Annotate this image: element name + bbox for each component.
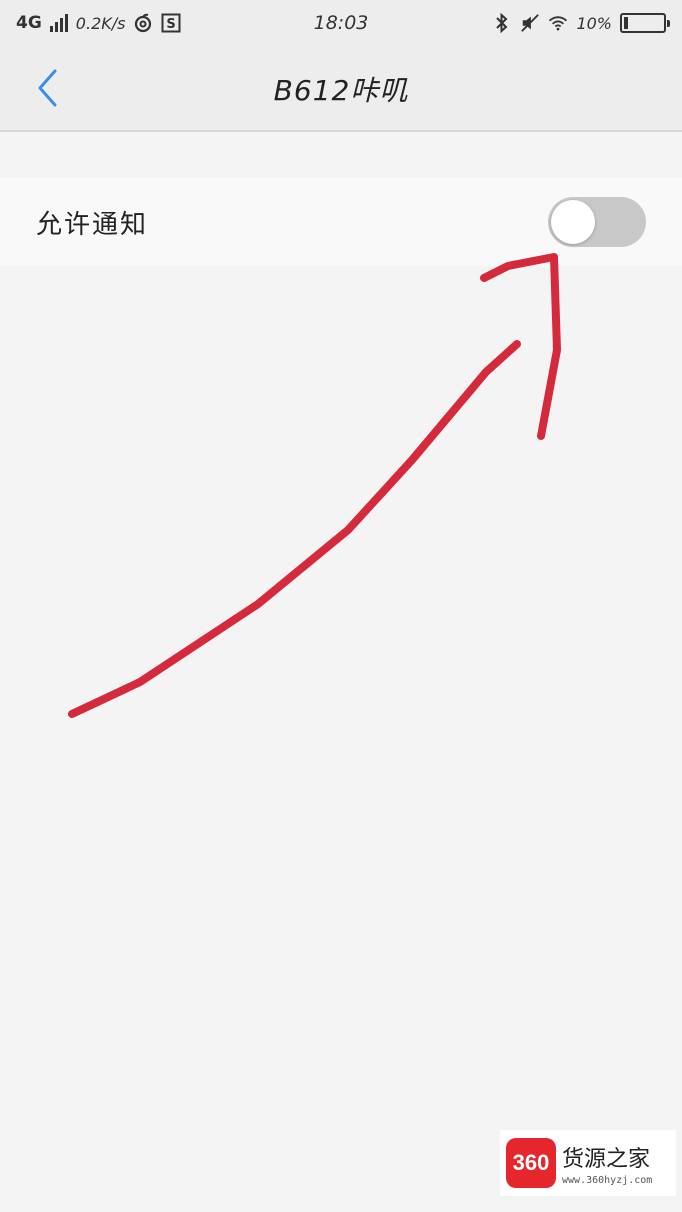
status-left: 4G 0.2K/s S — [16, 13, 181, 33]
page-title: B612咔叽 — [273, 74, 409, 107]
allow-notifications-label: 允许通知 — [36, 209, 149, 240]
network-speed: 0.2K/s — [75, 13, 126, 33]
watermark: 360 货源之家 www.360hyzj.com — [500, 1130, 676, 1196]
app-header: B612咔叽 — [0, 46, 682, 132]
screen: 4G 0.2K/s S 18:03 10% B612咔叽 允许通知 360 货源… — [0, 0, 682, 1212]
status-right: 10% — [492, 12, 670, 34]
allow-notifications-toggle[interactable] — [548, 197, 646, 247]
wifi-icon — [548, 13, 568, 33]
vibrate-off-icon — [520, 13, 540, 33]
watermark-text: 货源之家 www.360hyzj.com — [562, 1141, 652, 1186]
allow-notifications-row: 允许通知 — [0, 178, 682, 266]
watermark-name: 货源之家 — [562, 1146, 651, 1172]
netease-music-icon — [133, 13, 153, 33]
battery-percent: 10% — [576, 13, 612, 33]
battery-icon — [620, 13, 670, 33]
svg-text:S: S — [167, 17, 176, 32]
network-type: 4G — [16, 13, 42, 33]
status-bar: 4G 0.2K/s S 18:03 10% — [0, 0, 682, 46]
watermark-url: www.360hyzj.com — [562, 1174, 653, 1186]
watermark-logo: 360 — [506, 1138, 556, 1188]
bluetooth-icon — [492, 12, 512, 34]
s-app-icon: S — [161, 13, 181, 33]
toggle-knob — [551, 200, 595, 244]
signal-icon — [49, 14, 68, 32]
